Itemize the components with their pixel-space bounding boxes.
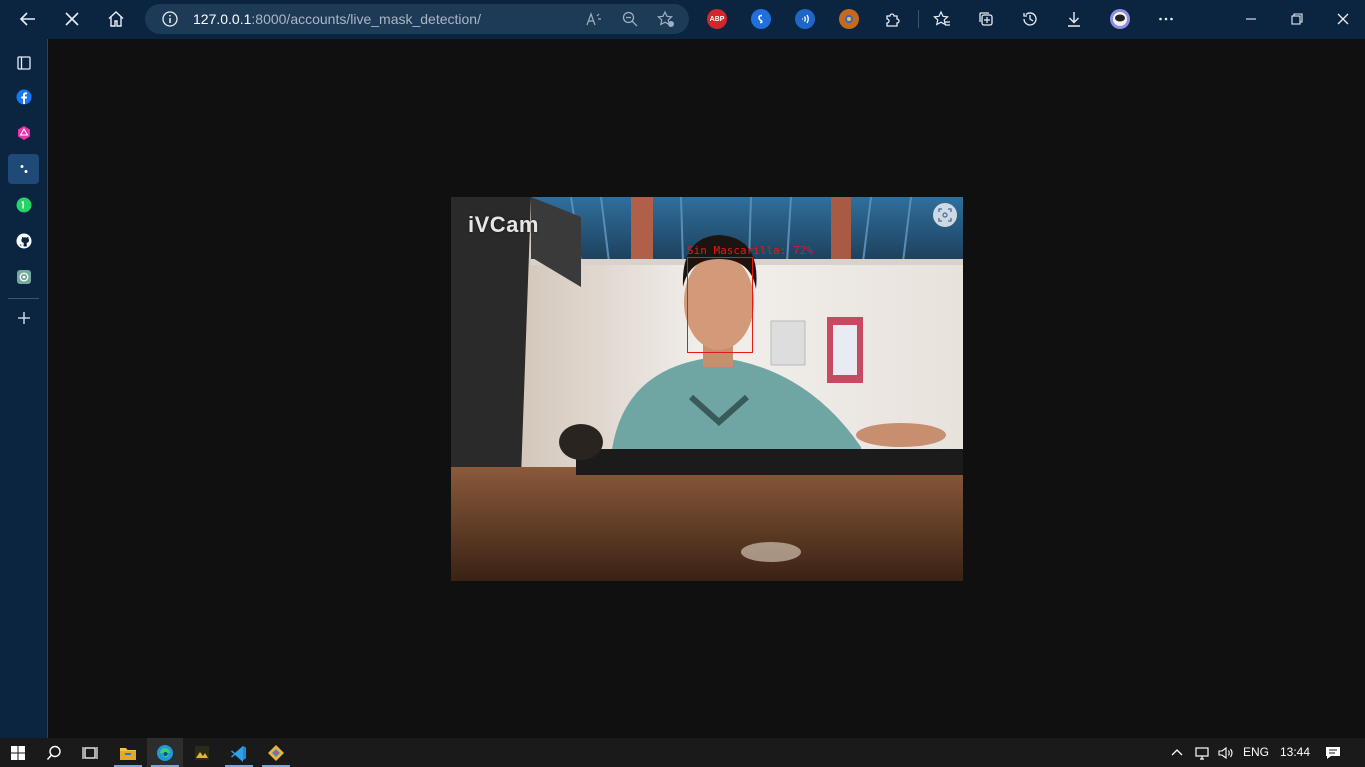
close-window-button[interactable] <box>1330 6 1356 32</box>
notification-icon <box>1326 746 1340 759</box>
network-button[interactable] <box>1190 738 1214 767</box>
show-hidden-icons-button[interactable] <box>1166 738 1188 767</box>
toolbar-divider <box>918 10 919 28</box>
audio-extension-icon[interactable] <box>795 9 815 29</box>
network-icon <box>1195 746 1209 760</box>
close-icon <box>65 12 79 26</box>
add-favorite-icon[interactable] <box>657 10 675 28</box>
search-button[interactable] <box>36 738 72 767</box>
plus-icon <box>17 312 30 324</box>
taskbar-vscode[interactable] <box>221 738 257 767</box>
facebook-icon <box>16 89 31 105</box>
clock[interactable]: 13:44 <box>1280 745 1310 759</box>
site-info-icon[interactable] <box>161 10 179 28</box>
search-icon <box>46 745 61 760</box>
arrow-left-icon <box>19 12 35 26</box>
downloads-button[interactable] <box>1061 6 1087 32</box>
sidebar-item-facebook[interactable] <box>8 82 39 112</box>
notifications-button[interactable] <box>1318 738 1348 767</box>
github-icon <box>16 233 31 249</box>
sidebar-add-button[interactable] <box>8 303 39 333</box>
webcam-feed: iVCam Sin Mascarilla: 72% <box>451 197 963 581</box>
ivcam-watermark: iVCam <box>468 212 539 237</box>
url-path: :8000/accounts/live_mask_detection/ <box>251 11 481 27</box>
sidebar-item-chatgpt[interactable] <box>8 262 39 292</box>
sidebar-item-active-app[interactable] <box>8 154 39 184</box>
home-icon <box>108 11 124 27</box>
start-button[interactable] <box>0 738 36 767</box>
download-icon <box>1068 12 1080 27</box>
git-diamond-icon <box>268 744 284 761</box>
language-indicator[interactable]: ENG <box>1243 745 1269 759</box>
palette-icon <box>845 15 853 23</box>
close-window-icon <box>1337 13 1349 25</box>
zoom-out-icon[interactable] <box>621 10 639 28</box>
shazam-glyph-icon <box>758 14 763 24</box>
volume-button[interactable] <box>1214 738 1238 767</box>
url-host: 127.0.0.1 <box>193 11 252 27</box>
address-bar[interactable]: 127.0.0.1:8000/accounts/live_mask_detect… <box>145 4 689 34</box>
folder-icon <box>120 747 136 760</box>
profile-button[interactable] <box>1107 6 1133 32</box>
sidebar-item-github[interactable] <box>8 226 39 256</box>
minimize-button[interactable] <box>1238 6 1264 32</box>
collections-icon <box>979 12 993 26</box>
sidebar-tab-actions[interactable] <box>8 48 39 78</box>
sound-wave-icon <box>802 14 809 24</box>
tab-actions-icon <box>16 56 31 70</box>
shazam-icon[interactable] <box>751 9 771 29</box>
task-view-icon <box>82 746 98 759</box>
fullscreen-button[interactable] <box>933 203 957 227</box>
browser-toolbar: 127.0.0.1:8000/accounts/live_mask_detect… <box>0 0 1365 39</box>
avatar-icon <box>1110 9 1130 29</box>
speaker-icon <box>1218 746 1233 759</box>
favorites-star-icon <box>933 10 950 26</box>
whatsapp-icon <box>16 197 31 213</box>
vscode-icon <box>231 745 246 762</box>
browser-sidebar <box>0 39 48 738</box>
minimize-icon <box>1246 18 1256 20</box>
taskbar-file-explorer[interactable] <box>110 738 146 767</box>
adblock-label: ABP <box>709 15 725 23</box>
chevron-up-icon <box>1171 748 1183 755</box>
collections-button[interactable] <box>973 6 999 32</box>
sidebar-item-whatsapp[interactable] <box>8 190 39 220</box>
taskbar-app-yellow[interactable] <box>184 738 220 767</box>
restore-icon <box>1291 13 1303 25</box>
openai-icon <box>16 270 31 284</box>
detection-label: Sin Mascarilla: 72% <box>687 244 813 257</box>
face-detection-box <box>687 257 753 353</box>
sidebar-item-graphql[interactable] <box>8 118 39 148</box>
home-button[interactable] <box>103 6 129 32</box>
app-tile-icon <box>195 745 209 760</box>
graphql-icon <box>17 126 30 140</box>
history-button[interactable] <box>1017 6 1043 32</box>
windows-logo-icon <box>11 745 25 760</box>
back-button[interactable] <box>15 6 41 32</box>
favorites-button[interactable] <box>929 6 955 32</box>
restore-button[interactable] <box>1284 6 1310 32</box>
color-extension-icon[interactable] <box>839 9 859 29</box>
history-icon <box>1023 12 1037 26</box>
dots-icon <box>20 165 27 173</box>
fullscreen-icon <box>938 208 952 222</box>
puzzle-icon <box>886 13 900 27</box>
stop-loading-button[interactable] <box>59 6 85 32</box>
edge-icon <box>157 744 173 761</box>
taskbar-edge[interactable] <box>147 738 183 767</box>
more-horizontal-icon <box>1159 17 1173 21</box>
windows-taskbar: ENG 13:44 <box>0 738 1365 767</box>
taskbar-git-app[interactable] <box>258 738 294 767</box>
settings-more-button[interactable] <box>1153 6 1179 32</box>
url-text[interactable]: 127.0.0.1:8000/accounts/live_mask_detect… <box>193 11 481 27</box>
task-view-button[interactable] <box>72 738 108 767</box>
adblock-plus-icon[interactable]: ABP <box>707 9 727 29</box>
read-aloud-icon[interactable] <box>585 10 603 28</box>
extensions-button[interactable] <box>880 6 906 32</box>
sidebar-divider <box>8 298 39 299</box>
